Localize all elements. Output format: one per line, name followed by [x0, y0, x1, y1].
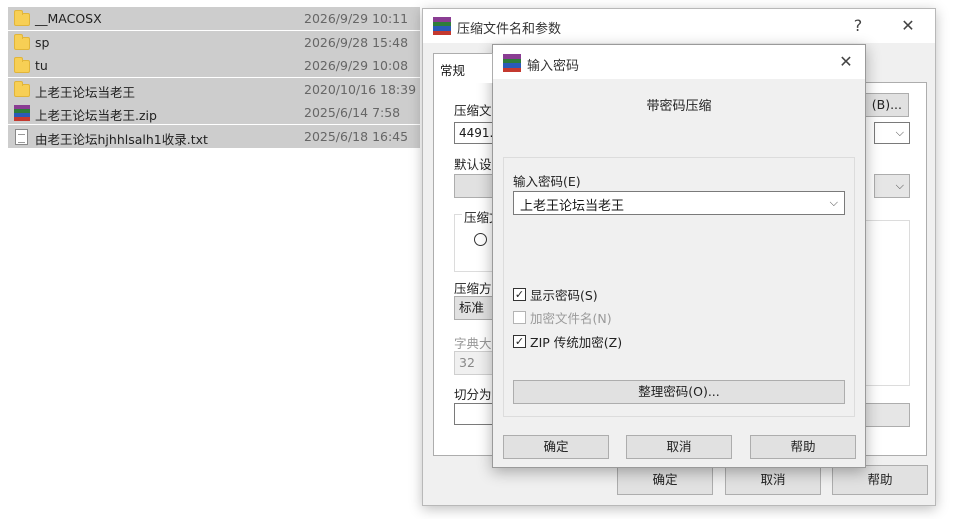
title-bar: 输入密码 ✕ — [493, 45, 865, 79]
checkbox-checked[interactable]: ✓ — [513, 334, 526, 348]
password-value: 上老王论坛当老王 — [520, 199, 625, 214]
winrar-icon — [433, 17, 451, 35]
cancel-button[interactable]: 取消 — [626, 435, 732, 459]
folder-icon — [14, 33, 30, 50]
split-volumes-label: 切分为 — [454, 387, 492, 402]
winrar-icon — [503, 54, 521, 72]
file-row[interactable]: tu 2026/9/29 10:08 — [8, 54, 420, 77]
file-date: 2026/9/29 10:08 — [304, 58, 409, 73]
file-row[interactable]: sp 2026/9/28 15:48 — [8, 30, 420, 54]
close-icon[interactable]: ✕ — [835, 51, 857, 73]
archive-name-dropdown[interactable]: ⌵ — [874, 122, 910, 144]
organize-passwords-button[interactable]: 整理密码(O)... — [513, 380, 845, 404]
file-name: 上老王论坛当老王.zip — [35, 108, 157, 123]
file-row[interactable]: __MACOSX 2026/9/29 10:11 — [8, 7, 420, 30]
chevron-down-icon[interactable]: ⌵ — [830, 196, 838, 210]
checkbox-unchecked[interactable] — [513, 310, 526, 324]
encrypt-filenames-label: 加密文件名(N) — [530, 310, 612, 326]
file-date: 2026/9/29 10:11 — [304, 11, 409, 26]
help-button[interactable]: 帮助 — [832, 465, 928, 495]
file-name: sp — [35, 34, 50, 50]
text-file-icon — [14, 128, 30, 145]
file-date: 2025/6/18 16:45 — [304, 128, 409, 144]
dialog-title: 输入密码 — [527, 59, 580, 74]
file-date: 2025/6/14 7:58 — [304, 105, 401, 120]
cancel-button[interactable]: 取消 — [725, 465, 821, 495]
file-date: 2020/10/16 18:39 — [304, 81, 417, 97]
checkbox-checked[interactable]: ✓ — [513, 287, 526, 301]
folder-icon — [14, 10, 30, 26]
zip-legacy-encryption-checkbox[interactable]: ✓ ZIP 传统加密(Z) — [513, 332, 622, 350]
file-name: __MACOSX — [35, 11, 102, 26]
enter-password-dialog: 输入密码 ✕ 带密码压缩 输入密码(E) 上老王论坛当老王 ⌵ ✓ 显示密码(S… — [492, 44, 866, 468]
compression-method-label: 压缩方 — [454, 281, 492, 296]
winrar-archive-icon — [14, 105, 30, 121]
file-row[interactable]: 上老王论坛当老王 2020/10/16 18:39 — [8, 77, 420, 101]
show-password-label: 显示密码(S) — [530, 287, 598, 303]
dialog-heading: 带密码压缩 — [646, 99, 712, 114]
file-list: __MACOSX 2026/9/29 10:11 sp 2026/9/28 15… — [8, 7, 420, 148]
file-name: tu — [35, 58, 48, 73]
tab-general[interactable]: 常规 — [433, 53, 493, 83]
password-input[interactable]: 上老王论坛当老王 ⌵ — [513, 191, 845, 215]
file-date: 2026/9/28 15:48 — [304, 34, 409, 50]
chevron-down-icon: ⌵ — [895, 179, 904, 192]
zip-legacy-encryption-label: ZIP 传统加密(Z) — [530, 334, 623, 350]
update-mode-dropdown[interactable]: ⌵ — [874, 174, 910, 198]
file-row[interactable]: 由老王论坛hjhhlsalh1收录.txt 2025/6/18 16:45 — [8, 124, 420, 148]
ok-button[interactable]: 确定 — [503, 435, 609, 459]
title-bar: 压缩文件名和参数 ? ✕ — [423, 9, 935, 43]
folder-icon — [14, 80, 30, 97]
dialog-title: 压缩文件名和参数 — [457, 22, 562, 37]
file-name: 上老王论坛当老王 — [35, 84, 136, 100]
default-profile-label: 默认设 — [454, 157, 492, 172]
archive-options-group — [864, 220, 910, 386]
show-password-checkbox[interactable]: ✓ 显示密码(S) — [513, 285, 598, 303]
dictionary-size-label: 字典大 — [454, 336, 492, 351]
close-icon[interactable]: ✕ — [897, 15, 919, 37]
chevron-down-icon: ⌵ — [895, 126, 904, 139]
encrypt-filenames-checkbox[interactable]: 加密文件名(N) — [513, 308, 612, 326]
ok-button[interactable]: 确定 — [617, 465, 713, 495]
archive-name-label: 压缩文 — [454, 103, 492, 118]
folder-icon — [14, 57, 30, 73]
file-name: 由老王论坛hjhhlsalh1收录.txt — [35, 131, 208, 147]
format-radio[interactable] — [474, 233, 487, 246]
password-label: 输入密码(E) — [513, 174, 581, 189]
help-icon[interactable]: ? — [847, 15, 869, 37]
help-button[interactable]: 帮助 — [750, 435, 856, 459]
file-row[interactable]: 上老王论坛当老王.zip 2025/6/14 7:58 — [8, 101, 420, 124]
